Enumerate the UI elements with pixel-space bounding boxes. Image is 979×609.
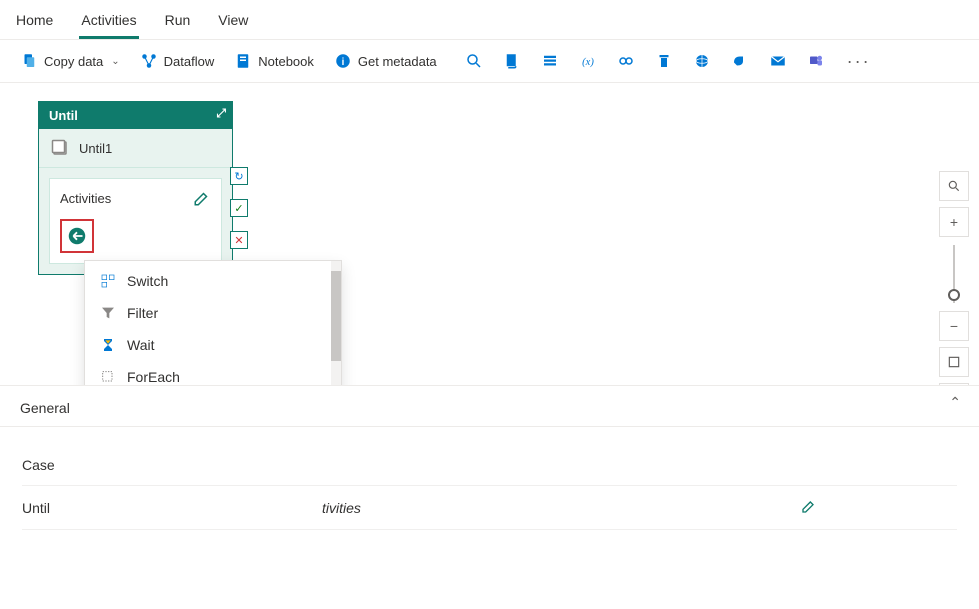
prop-activities-value: tivities (322, 500, 801, 516)
dd-wait-label: Wait (127, 337, 154, 353)
list-button[interactable] (535, 48, 565, 74)
get-metadata-label: Get metadata (358, 54, 437, 69)
until-name-label: Until1 (79, 141, 112, 156)
dataflow-label: Dataflow (164, 54, 215, 69)
prop-edit-button[interactable] (801, 498, 957, 517)
prop-until-label: Until (22, 500, 322, 516)
activities-box: Activities (49, 178, 222, 264)
activities-label: Activities (60, 191, 111, 206)
script-icon (503, 52, 521, 70)
zoom-slider[interactable] (953, 245, 955, 303)
until-activity-card[interactable]: Until ⤢ Until1 Activities (38, 101, 233, 275)
loop-icon (51, 139, 69, 157)
pipeline-canvas[interactable]: Until ⤢ Until1 Activities (0, 83, 979, 385)
notebook-label: Notebook (258, 54, 314, 69)
teams-button[interactable] (801, 48, 831, 74)
variable-icon: (x) (579, 52, 597, 70)
chevron-down-icon: ⌄ (111, 56, 119, 67)
prop-case-label: Case (22, 457, 322, 473)
until-card-header: Until ⤢ (39, 102, 232, 129)
dropdown-scroll-thumb[interactable] (331, 271, 341, 361)
status-fail-icon[interactable]: ✕ (230, 231, 248, 249)
dropdown-scrollbar[interactable] (331, 261, 341, 385)
svg-text:(x): (x) (582, 57, 594, 68)
webhook-icon (731, 52, 749, 70)
zoom-in-button[interactable]: + (939, 207, 969, 237)
notebook-icon (234, 52, 252, 70)
tab-view[interactable]: View (216, 8, 250, 39)
more-button[interactable]: ··· (839, 51, 879, 72)
search-button[interactable] (459, 48, 489, 74)
web-button[interactable] (687, 48, 717, 74)
tab-home[interactable]: Home (14, 8, 55, 39)
teams-icon (807, 52, 825, 70)
dataflow-icon (140, 52, 158, 70)
copy-data-button[interactable]: Copy data ⌄ (14, 48, 126, 74)
webhook-button[interactable] (725, 48, 755, 74)
canvas-search-button[interactable] (939, 171, 969, 201)
info-icon: i (334, 52, 352, 70)
dd-filter[interactable]: Filter (85, 297, 341, 329)
activity-picker-dropdown: Switch Filter Wait ForEach Until (x) Set… (84, 260, 342, 385)
get-metadata-button[interactable]: i Get metadata (328, 48, 443, 74)
foreach-icon (99, 368, 117, 385)
edit-activities-button[interactable] (193, 189, 211, 207)
globe-icon (693, 52, 711, 70)
filter-icon (99, 304, 117, 322)
lookup-button[interactable] (611, 48, 641, 74)
minimap-button[interactable] (939, 383, 969, 385)
zoom-slider-handle[interactable] (948, 289, 960, 301)
search-icon (465, 52, 483, 70)
dataflow-button[interactable]: Dataflow (134, 48, 221, 74)
dd-switch-label: Switch (127, 273, 168, 289)
tab-run[interactable]: Run (163, 8, 193, 39)
inner-activity-highlighted[interactable] (60, 219, 94, 253)
svg-text:i: i (342, 57, 345, 68)
dd-switch[interactable]: Switch (85, 265, 341, 297)
copy-data-icon (20, 52, 38, 70)
copy-data-label: Copy data (44, 54, 103, 69)
status-running-icon[interactable]: ↻ (230, 167, 248, 185)
mail-button[interactable] (763, 48, 793, 74)
props-collapse-button[interactable]: ⌃ (949, 394, 961, 411)
dd-foreach-label: ForEach (127, 369, 180, 385)
script-button[interactable] (497, 48, 527, 74)
lookup-icon (617, 52, 635, 70)
variable-button[interactable]: (x) (573, 48, 603, 74)
delete-icon (655, 52, 673, 70)
switch-icon (99, 272, 117, 290)
dd-filter-label: Filter (127, 305, 158, 321)
props-tab-general[interactable]: General (18, 394, 72, 426)
expand-icon[interactable]: ⤢ (216, 106, 226, 121)
mail-icon (769, 52, 787, 70)
delete-button[interactable] (649, 48, 679, 74)
until-header-label: Until (49, 108, 78, 123)
zoom-out-button[interactable]: − (939, 311, 969, 341)
fit-screen-button[interactable] (939, 347, 969, 377)
hourglass-icon (99, 336, 117, 354)
notebook-button[interactable]: Notebook (228, 48, 320, 74)
tab-activities[interactable]: Activities (79, 8, 138, 39)
status-success-icon[interactable]: ✓ (230, 199, 248, 217)
dd-foreach[interactable]: ForEach (85, 361, 341, 385)
list-icon (541, 52, 559, 70)
dd-wait[interactable]: Wait (85, 329, 341, 361)
